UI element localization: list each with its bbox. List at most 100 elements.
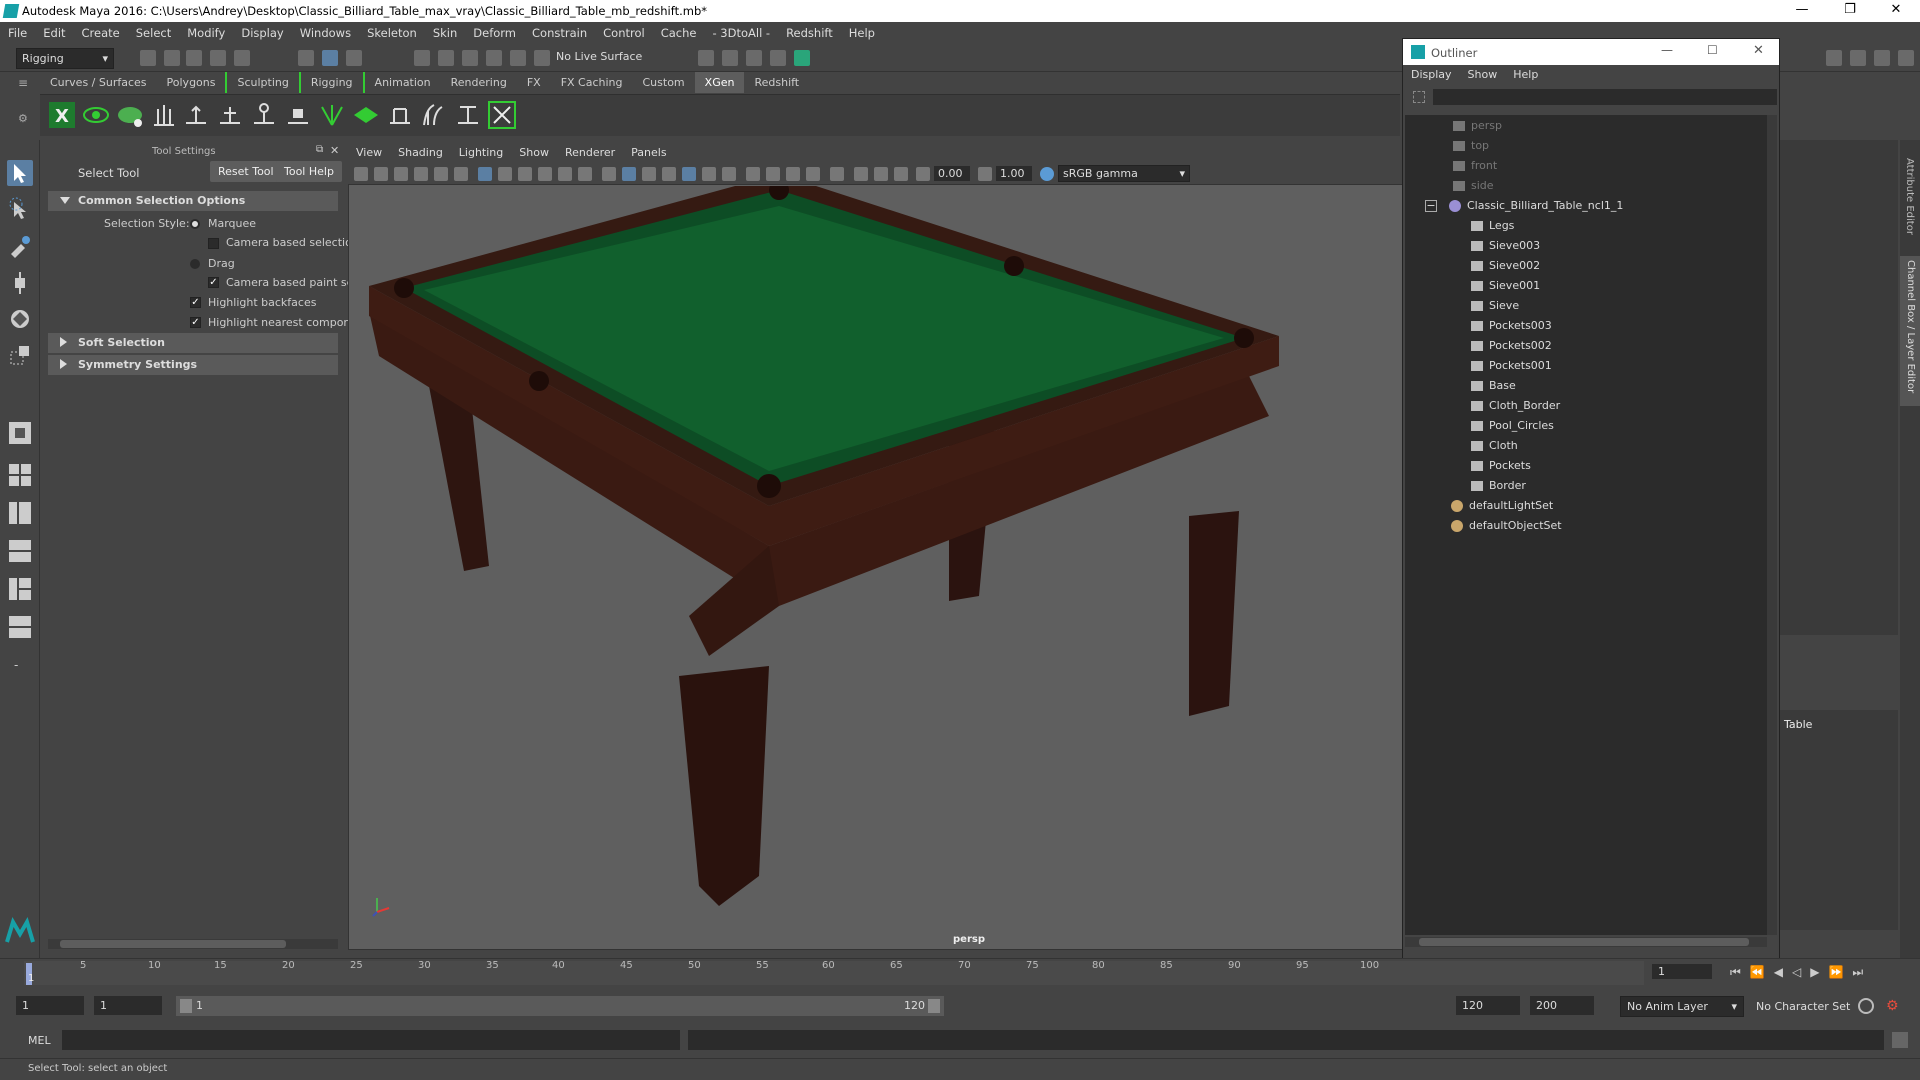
close-icon[interactable]: ✕: [1876, 2, 1916, 20]
menu-modify[interactable]: Modify: [179, 22, 233, 44]
play-forward-icon[interactable]: ▶: [1810, 965, 1828, 979]
tree-item-side[interactable]: side: [1453, 179, 1494, 199]
tree-item-pockets[interactable]: Pockets: [1471, 459, 1531, 479]
snap-surface-icon[interactable]: [510, 50, 526, 66]
xgen-guide-curve-icon[interactable]: [420, 101, 448, 129]
tab-custom[interactable]: Custom: [633, 72, 695, 93]
menu-windows[interactable]: Windows: [292, 22, 359, 44]
camera-based-selection-checkbox[interactable]: [208, 238, 219, 249]
lasso-tool-icon[interactable]: [7, 196, 33, 222]
tree-item-default-light-set[interactable]: defaultLightSet: [1451, 499, 1553, 519]
rotate-tool-icon[interactable]: [7, 306, 33, 332]
magnet-icon[interactable]: [534, 50, 550, 66]
ipr-render-icon[interactable]: [722, 50, 738, 66]
grid-icon[interactable]: [478, 167, 492, 181]
range-start-handle[interactable]: [180, 999, 192, 1013]
highlight-nearest-checkbox[interactable]: ✓: [190, 317, 201, 328]
menu-control[interactable]: Control: [595, 22, 653, 44]
tree-item-legs[interactable]: Legs: [1471, 219, 1514, 239]
menu-constrain[interactable]: Constrain: [524, 22, 595, 44]
depth-of-field-icon[interactable]: [806, 167, 820, 181]
redo-icon[interactable]: [234, 50, 250, 66]
tab-animation[interactable]: Animation: [365, 72, 441, 93]
exposure-field[interactable]: 0.00: [934, 166, 970, 181]
select-object-icon[interactable]: [322, 50, 338, 66]
scale-tool-icon[interactable]: [7, 342, 33, 368]
redshift-render-icon[interactable]: [794, 50, 810, 66]
drag-radio[interactable]: [190, 259, 200, 269]
tab-fx-caching[interactable]: FX Caching: [551, 72, 633, 93]
menu-skeleton[interactable]: Skeleton: [359, 22, 425, 44]
render-settings-icon[interactable]: [746, 50, 762, 66]
close-panel-icon[interactable]: ✕: [330, 144, 339, 157]
shadows-icon[interactable]: [722, 167, 736, 181]
move-tool-icon[interactable]: [7, 270, 33, 296]
xgen-lock-guide-icon[interactable]: [284, 101, 312, 129]
xgen-editor-icon[interactable]: X: [48, 101, 76, 129]
tree-item-default-object-set[interactable]: defaultObjectSet: [1451, 519, 1562, 539]
maximize-icon[interactable]: ☐: [1707, 43, 1718, 57]
snap-view-icon[interactable]: [486, 50, 502, 66]
tree-item-sieve002[interactable]: Sieve002: [1471, 259, 1540, 279]
anim-layer-dropdown[interactable]: No Anim Layer ▾: [1620, 996, 1744, 1017]
section-soft-selection[interactable]: Soft Selection: [48, 333, 338, 353]
open-scene-icon[interactable]: [164, 50, 180, 66]
vp-menu-renderer[interactable]: Renderer: [557, 143, 623, 162]
grease-pencil-icon[interactable]: [454, 167, 468, 181]
xgen-add-guide-icon[interactable]: [182, 101, 210, 129]
color-management-icon[interactable]: [1040, 167, 1054, 181]
paint-select-tool-icon[interactable]: [7, 232, 33, 258]
smooth-shade-icon[interactable]: [622, 167, 636, 181]
collapse-icon[interactable]: −: [1425, 200, 1437, 212]
end-time-field[interactable]: 200: [1530, 996, 1594, 1015]
persp-graph-layout-icon[interactable]: [7, 538, 33, 564]
new-scene-icon[interactable]: [140, 50, 156, 66]
xgen-layers-icon[interactable]: [352, 101, 380, 129]
tree-item-pockets003[interactable]: Pockets003: [1471, 319, 1552, 339]
step-back-frame-icon[interactable]: ◀: [1774, 965, 1792, 979]
persp-outliner-layout-icon[interactable]: [7, 500, 33, 526]
tree-item-sieve001[interactable]: Sieve001: [1471, 279, 1540, 299]
menu-select[interactable]: Select: [128, 22, 179, 44]
command-input[interactable]: [62, 1030, 680, 1050]
select-camera-icon[interactable]: [354, 167, 368, 181]
vp-menu-panels[interactable]: Panels: [623, 143, 674, 162]
single-perspective-layout-icon[interactable]: [7, 420, 33, 446]
2d-pan-zoom-icon[interactable]: [434, 167, 448, 181]
shelf-settings-icon[interactable]: ⚙: [18, 112, 32, 126]
channel-box-tab[interactable]: Channel Box / Layer Editor: [1900, 256, 1920, 406]
tree-item-base[interactable]: Base: [1471, 379, 1516, 399]
four-view-layout-icon[interactable]: [7, 462, 33, 488]
xray-active-icon[interactable]: [874, 167, 888, 181]
toggle-channel-box-icon[interactable]: [1898, 50, 1914, 66]
vp-menu-view[interactable]: View: [348, 143, 390, 162]
xgen-guide-fan-icon[interactable]: [318, 101, 346, 129]
tool-settings-scrollbar[interactable]: [48, 939, 338, 949]
field-chart-icon[interactable]: [558, 167, 572, 181]
snap-point-icon[interactable]: [462, 50, 478, 66]
shelf-menu-icon[interactable]: ≡: [18, 76, 32, 92]
tree-item-persp[interactable]: persp: [1453, 119, 1502, 139]
select-component-icon[interactable]: [346, 50, 362, 66]
undo-icon[interactable]: [210, 50, 226, 66]
menu-deform[interactable]: Deform: [465, 22, 524, 44]
outliner-search-input[interactable]: [1433, 89, 1777, 105]
persp-hypershade-layout-icon[interactable]: [7, 614, 33, 640]
toggle-tool-settings-icon[interactable]: [1874, 50, 1890, 66]
more-layouts-icon[interactable]: -: [14, 658, 18, 672]
use-all-lights-icon[interactable]: [702, 167, 716, 181]
persp-outliner-alt-layout-icon[interactable]: [7, 576, 33, 602]
marquee-radio[interactable]: [190, 219, 200, 229]
camera-based-paint-checkbox[interactable]: ✓: [208, 277, 219, 288]
close-icon[interactable]: ✕: [1753, 43, 1764, 58]
exposure-icon[interactable]: [916, 167, 930, 181]
start-time-field[interactable]: 1: [16, 996, 84, 1015]
step-forward-frame-icon[interactable]: ⏩: [1828, 965, 1852, 979]
xray-joints-icon[interactable]: [894, 167, 908, 181]
menu-set-dropdown[interactable]: Rigging ▾: [16, 48, 114, 69]
image-plane-icon[interactable]: [414, 167, 428, 181]
tab-curves-surfaces[interactable]: Curves / Surfaces: [40, 72, 157, 93]
tree-item-sieve[interactable]: Sieve: [1471, 299, 1519, 319]
tab-sculpting[interactable]: Sculpting: [225, 72, 298, 93]
vp-menu-lighting[interactable]: Lighting: [451, 143, 511, 162]
